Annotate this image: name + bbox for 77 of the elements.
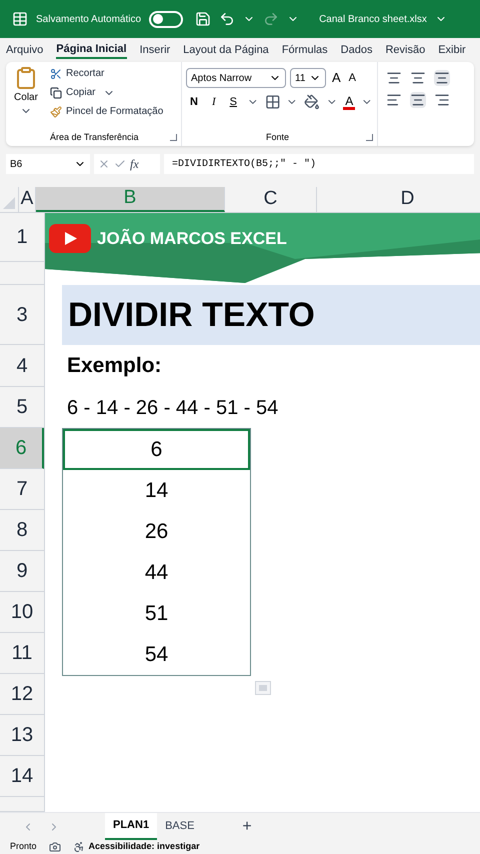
row-header[interactable]: 4 <box>0 345 44 387</box>
ribbon-tab[interactable]: Inserir <box>140 42 170 58</box>
autosave-toggle[interactable] <box>149 10 184 28</box>
font-name-field[interactable]: Aptos Narrow <box>186 68 286 88</box>
formula-controls: fx <box>94 154 160 174</box>
dialog-launcher-icon[interactable] <box>170 134 177 141</box>
row-header[interactable]: 12 <box>0 674 44 715</box>
bold-button[interactable]: N <box>186 94 202 110</box>
undo-icon[interactable] <box>219 11 236 27</box>
sheet-tab[interactable]: PLAN1 <box>105 813 158 840</box>
row-header[interactable]: 13 <box>0 715 44 756</box>
add-sheet-button[interactable]: + <box>242 814 252 838</box>
row-header[interactable]: 7 <box>0 469 44 510</box>
format-painter-button[interactable]: Pincel de Formatação <box>50 104 164 119</box>
ribbon-tab[interactable]: Revisão <box>385 42 426 58</box>
name-box[interactable]: B6 <box>6 154 90 174</box>
group-label: Fonte <box>266 130 290 144</box>
group-label: Área de Transferência <box>50 130 139 144</box>
scissors-icon <box>50 68 62 80</box>
row-header[interactable]: 1 <box>0 213 44 262</box>
result-cell[interactable]: 26 <box>63 511 250 552</box>
cell-text: 6 - 14 - 26 - 44 - 51 - 54 <box>67 396 278 420</box>
paintbrush-icon <box>50 106 62 118</box>
font-color-button[interactable]: A <box>343 94 356 110</box>
status-text: Pronto <box>10 840 37 854</box>
formula-field[interactable]: =DIVIDIRTEXTO(B5;;" - ") <box>164 154 474 174</box>
align-center-icon[interactable] <box>410 92 426 108</box>
result-cell[interactable]: 51 <box>63 593 250 634</box>
row-header[interactable]: 3 <box>0 285 44 345</box>
align-left-icon[interactable] <box>386 92 402 108</box>
fill-color-icon[interactable] <box>304 94 320 110</box>
dialog-launcher-icon[interactable] <box>366 134 373 141</box>
italic-button[interactable]: I <box>208 94 220 110</box>
row-header[interactable]: 10 <box>0 592 44 633</box>
ribbon-tab[interactable]: Página Inicial <box>56 40 127 60</box>
play-logo-icon <box>49 224 91 253</box>
column-header[interactable]: D <box>317 187 480 212</box>
check-icon[interactable] <box>114 158 126 170</box>
autosave-label: Salvamento Automático <box>36 12 142 26</box>
font-size-field[interactable]: 11 <box>290 68 326 88</box>
clipboard-icon <box>14 66 38 90</box>
align-bottom-icon[interactable] <box>434 70 450 86</box>
paste-button[interactable]: Colar <box>10 66 42 130</box>
ribbon-tab[interactable]: Exibir <box>438 42 466 58</box>
ribbon-tab[interactable]: Dados <box>340 42 372 58</box>
ribbon-tab[interactable]: Arquivo <box>6 42 44 58</box>
save-icon[interactable] <box>195 11 212 27</box>
row-header[interactable]: 14 <box>0 756 44 797</box>
result-cell[interactable]: 14 <box>63 470 250 511</box>
copy-icon <box>50 86 62 98</box>
heading-cell: DIVIDIR TEXTO <box>62 285 480 345</box>
banner-title: JOÃO MARCOS EXCEL <box>97 228 287 250</box>
copy-button[interactable]: Copiar <box>50 85 96 100</box>
sheet-tab[interactable]: BASE <box>157 813 202 840</box>
column-header[interactable]: C <box>225 187 317 212</box>
accessibility-icon[interactable] <box>72 841 85 853</box>
cancel-icon[interactable] <box>98 158 110 170</box>
row-header[interactable]: 8 <box>0 510 44 551</box>
result-cell[interactable]: 6 <box>63 429 250 470</box>
ribbon-tab[interactable]: Fórmulas <box>282 42 328 58</box>
shrink-font-button[interactable]: A <box>346 70 358 86</box>
grow-font-button[interactable]: A <box>330 68 343 88</box>
cut-button[interactable]: Recortar <box>50 66 164 81</box>
ribbon-tab[interactable]: Layout da Página <box>183 42 269 58</box>
borders-icon[interactable] <box>264 94 280 110</box>
result-cell[interactable]: 44 <box>63 552 250 593</box>
result-cell[interactable]: 54 <box>63 634 250 675</box>
align-top-icon[interactable] <box>386 70 402 86</box>
app-icon[interactable] <box>12 11 28 27</box>
align-right-icon[interactable] <box>434 92 450 108</box>
underline-button[interactable]: S <box>226 94 241 110</box>
row-header[interactable]: 9 <box>0 551 44 592</box>
row-header[interactable]: 11 <box>0 633 44 674</box>
file-name[interactable]: Canal Branco sheet.xlsx <box>319 12 427 26</box>
align-middle-icon[interactable] <box>410 70 426 86</box>
accessibility-status[interactable]: Acessibilidade: investigar <box>88 840 200 854</box>
cell-text: Exemplo: <box>67 353 162 380</box>
